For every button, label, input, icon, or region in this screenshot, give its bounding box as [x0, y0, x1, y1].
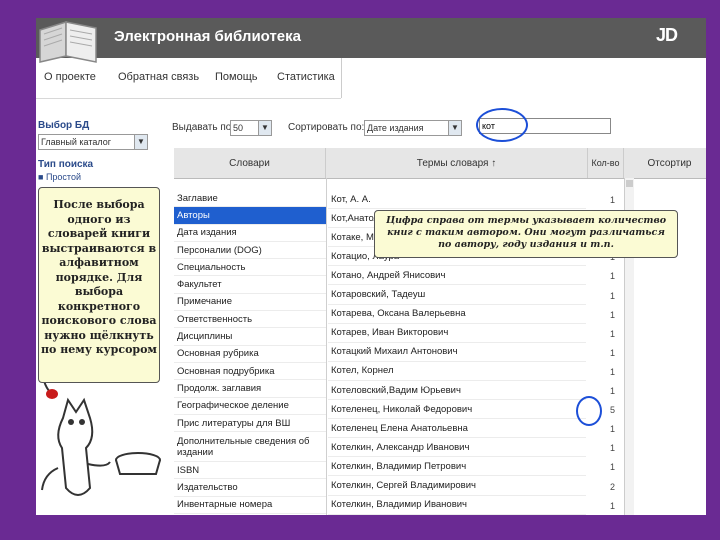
main-nav: О проекте Обратная связь Помощь Статисти… — [36, 64, 341, 99]
dictionary-item[interactable]: Специальность — [174, 259, 326, 277]
term-row[interactable]: Котел, Корнел — [328, 362, 586, 381]
term-row[interactable]: Котацкий Михаил Антонович — [328, 343, 586, 362]
per-page-value: 50 — [233, 123, 244, 133]
sort-select[interactable]: Дате издания ▼ — [364, 120, 462, 136]
term-row[interactable]: Котарев, Иван Викторович — [328, 324, 586, 343]
term-row[interactable]: Котелкин, Владимир Петрович — [328, 457, 586, 477]
search-highlight-ellipse — [476, 108, 528, 142]
bullet-icon: ■ — [38, 172, 46, 182]
dictionary-item[interactable]: Персоналии (DOG) — [174, 242, 326, 260]
term-count: 1 — [609, 195, 615, 205]
header-dictionaries[interactable]: Словари — [174, 148, 326, 178]
column-divider — [326, 178, 327, 515]
term-count: 1 — [609, 290, 615, 301]
term-count: 1 — [609, 443, 615, 454]
dictionary-item[interactable]: Дата издания — [174, 225, 326, 242]
book-logo-icon — [39, 20, 97, 63]
term-row[interactable]: Котелкин, Владимир Иванович — [328, 496, 586, 515]
dictionary-item[interactable]: Факультет — [174, 277, 326, 294]
dictionary-item[interactable]: Ответственность — [174, 311, 326, 329]
dictionary-item[interactable]: Географическое деление — [174, 398, 326, 415]
dictionary-item[interactable]: Инвентарные номера — [174, 497, 326, 515]
term-count: 1 — [609, 386, 615, 396]
term-count: 2 — [609, 481, 615, 492]
dictionary-item[interactable]: ISBN — [174, 462, 326, 480]
term-row[interactable]: Котелкин, Сергей Владимирович — [328, 477, 586, 496]
show-per-page-label: Выдавать по: — [172, 122, 235, 133]
term-count: 1 — [609, 328, 615, 339]
left-tooltip: После выбора одного из словарей книги вы… — [38, 187, 160, 383]
term-count: 1 — [609, 366, 615, 377]
dictionary-item[interactable]: Основная подрубрика — [174, 363, 326, 381]
term-count: 1 — [609, 462, 615, 473]
right-tooltip: Цифра справа от термы указывает количест… — [374, 210, 678, 258]
nav-feedback[interactable]: Обратная связь — [118, 71, 199, 83]
chevron-down-icon: ▼ — [258, 121, 271, 135]
dictionary-item[interactable]: Заглавие — [174, 190, 326, 208]
nav-about[interactable]: О проекте — [44, 71, 96, 83]
db-label: Выбор БД — [38, 120, 90, 131]
scroll-up-icon[interactable] — [626, 180, 633, 187]
chevron-down-icon: ▼ — [448, 121, 461, 135]
sort-value: Дате издания — [367, 123, 424, 133]
dictionary-item[interactable]: Авторы — [174, 207, 326, 225]
header-sorted[interactable]: Отсортир — [633, 148, 706, 178]
db-select[interactable]: Главный каталог ▼ — [38, 134, 148, 150]
left-panel: Выбор БД Главный каталог ▼ Тип поиска ■ … — [38, 120, 150, 182]
term-count: 1 — [609, 271, 615, 282]
term-count: 1 — [609, 347, 615, 358]
results-toolbar: Выдавать по: 50 ▼ Сортировать по: Дате и… — [172, 120, 706, 138]
header-count[interactable]: Кол-во — [588, 148, 624, 178]
nav-divider — [341, 58, 342, 98]
term-count: 1 — [609, 309, 615, 320]
per-page-select[interactable]: 50 ▼ — [230, 120, 272, 136]
dictionary-item[interactable]: Прис литературы для ВШ — [174, 415, 326, 433]
chevron-down-icon: ▼ — [134, 135, 147, 149]
term-row[interactable]: Кот, А. А. — [328, 190, 586, 210]
term-row[interactable]: Котеловский,Вадим Юрьевич — [328, 381, 586, 401]
app-title: Электронная библиотека — [114, 28, 301, 45]
cat-cartoon — [41, 378, 161, 496]
dictionary-item[interactable]: Имя миниатюры — [174, 514, 326, 515]
dictionary-item[interactable]: Дополнительные сведения об издании — [174, 432, 326, 463]
dictionary-table: Словари Термы словаря ↑ Кол-во Отсортир … — [174, 148, 706, 515]
dictionary-item[interactable]: Примечание — [174, 294, 326, 312]
term-row[interactable]: Котелкин, Александр Иванович — [328, 438, 586, 458]
dictionary-item[interactable]: Издательство — [174, 480, 326, 497]
term-row[interactable]: Котеленец, Николай Федорович — [328, 400, 586, 420]
search-type-option[interactable]: ■ Простой — [38, 172, 150, 182]
brand-logo: JD — [656, 25, 678, 45]
sort-label: Сортировать по: — [288, 122, 365, 133]
nav-statistics[interactable]: Статистика — [277, 71, 335, 83]
term-row[interactable]: Котарева, Оксана Валерьевна — [328, 305, 586, 324]
term-row[interactable]: Котаровский, Тадеуш — [328, 286, 586, 305]
term-count: 1 — [609, 424, 615, 435]
search-type-label: Тип поиска — [38, 159, 94, 170]
table-header: Словари Термы словаря ↑ Кол-во Отсортир — [174, 148, 706, 179]
nav-help[interactable]: Помощь — [215, 71, 258, 83]
header-terms[interactable]: Термы словаря ↑ — [326, 148, 588, 178]
dictionary-item[interactable]: Основная рубрика — [174, 346, 326, 363]
term-row[interactable]: Котано, Андрей Янисович — [328, 266, 586, 286]
db-select-value: Главный каталог — [41, 137, 111, 147]
dictionary-item[interactable]: Продолж. заглавия — [174, 380, 326, 398]
count-highlight-ellipse — [576, 396, 602, 426]
header-bar: Электронная библиотека JD — [36, 18, 706, 63]
dictionary-item[interactable]: Дисциплины — [174, 328, 326, 346]
term-count: 1 — [609, 500, 615, 511]
term-row[interactable]: Котеленец Елена Анатольевна — [328, 419, 586, 439]
